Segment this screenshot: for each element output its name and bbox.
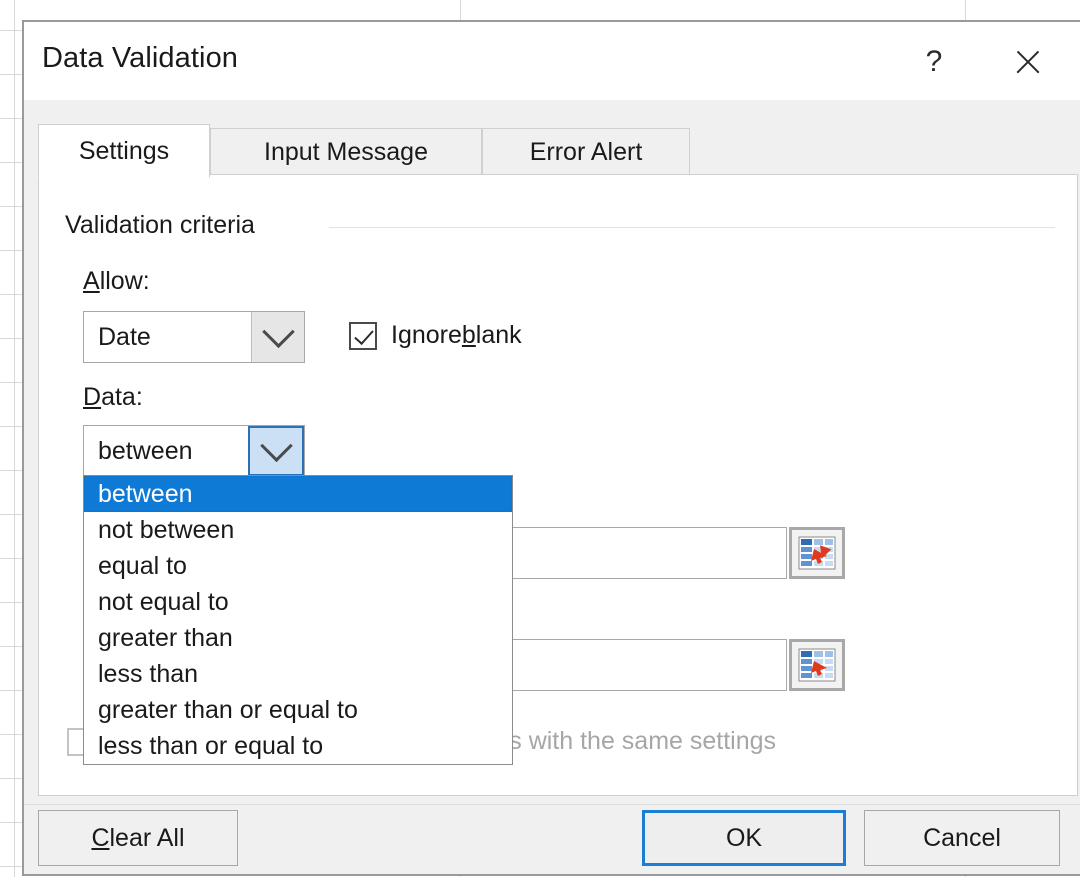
cancel-button[interactable]: Cancel (864, 810, 1060, 866)
ignore-blank-accel: b (461, 321, 476, 349)
close-button[interactable] (997, 38, 1059, 86)
allow-label-accel: A (83, 267, 100, 295)
list-item[interactable]: not equal to (84, 584, 512, 620)
allow-chevron-down-icon[interactable] (251, 312, 304, 362)
data-label-accel: D (83, 383, 102, 411)
end-date-range-select-button[interactable] (789, 639, 845, 691)
allow-label: Allow: (83, 267, 150, 296)
data-dropdown-list[interactable]: between not between equal to not equal t… (83, 475, 513, 765)
cancel-label: Cancel (923, 823, 1001, 852)
list-item[interactable]: not between (84, 512, 512, 548)
tab-settings-label: Settings (78, 136, 170, 165)
dialog-title: Data Validation (42, 42, 239, 74)
start-date-range-select-button[interactable] (789, 527, 845, 579)
allow-combobox-value: Date (98, 322, 151, 351)
list-item[interactable]: between (84, 476, 512, 512)
ignore-blank-text-before: Ignore (391, 321, 462, 349)
data-label: Data: (83, 383, 143, 412)
list-item[interactable]: less than or equal to (84, 728, 512, 764)
dialog-titlebar: Data Validation ? (24, 22, 1080, 100)
ok-label: OK (725, 823, 763, 852)
tabstrip: Settings Input Message Error Alert (38, 124, 1078, 178)
screen: Data Validation ? Settings Input Message… (0, 0, 1080, 877)
list-item[interactable]: greater than or equal to (84, 692, 512, 728)
data-combobox-value: between (98, 436, 193, 465)
group-separator (329, 227, 1055, 228)
clear-all-button[interactable]: Clear All (38, 810, 238, 866)
range-select-icon (798, 536, 836, 570)
list-item[interactable]: greater than (84, 620, 512, 656)
data-chevron-down-icon[interactable] (248, 426, 304, 476)
tab-error-alert-label: Error Alert (529, 138, 643, 166)
tab-input-message-label: Input Message (264, 138, 428, 166)
data-validation-dialog: Data Validation ? Settings Input Message… (22, 20, 1080, 876)
footer-separator (24, 804, 1080, 805)
settings-tab-panel: Validation criteria Allow: Date Ignore b… (38, 174, 1078, 796)
allow-combobox[interactable]: Date (83, 311, 305, 363)
help-button[interactable]: ? (903, 38, 965, 86)
allow-label-rest: llow: (99, 267, 150, 295)
checkmark-icon (349, 321, 377, 350)
clear-all-label: lear All (109, 823, 185, 852)
tab-input-message[interactable]: Input Message (210, 128, 482, 176)
tab-settings[interactable]: Settings (38, 124, 210, 178)
list-item[interactable]: less than (84, 656, 512, 692)
validation-criteria-label: Validation criteria (65, 211, 265, 240)
tab-error-alert[interactable]: Error Alert (482, 128, 690, 176)
clear-all-accel: C (91, 823, 110, 852)
range-select-icon (798, 648, 836, 682)
close-icon (1013, 47, 1043, 77)
ignore-blank-text-after: lank (475, 321, 522, 349)
question-mark-icon: ? (925, 45, 943, 78)
ok-button[interactable]: OK (642, 810, 846, 866)
ignore-blank-checkbox[interactable]: Ignore b lank (349, 321, 522, 350)
data-combobox[interactable]: between (83, 425, 305, 477)
list-item[interactable]: equal to (84, 548, 512, 584)
data-label-rest: ata: (101, 383, 143, 411)
